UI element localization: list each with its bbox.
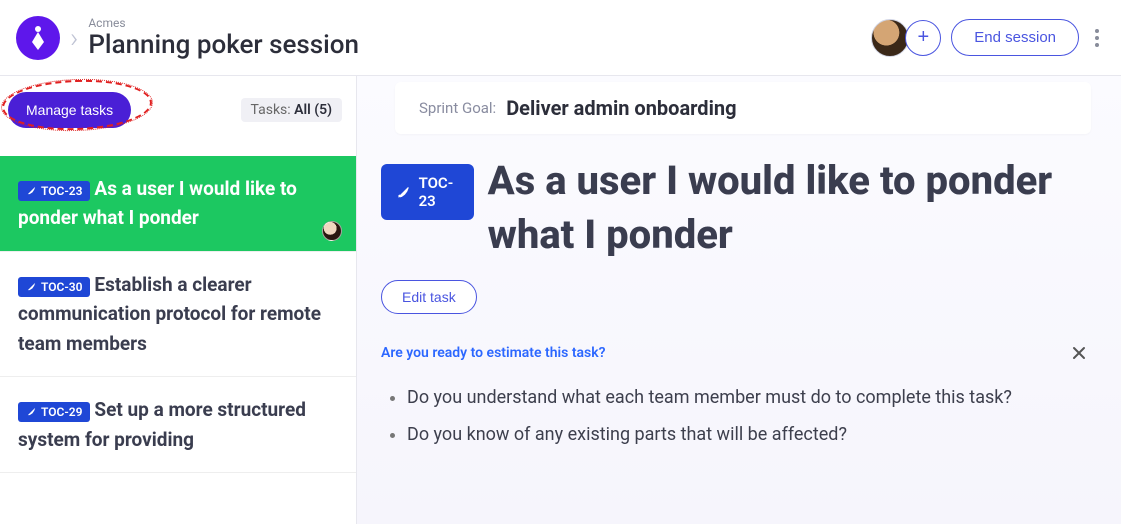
task-key: TOC-29: [41, 405, 82, 419]
logo-icon: [28, 24, 48, 52]
task-list: TOC-23 As a user I would like to ponder …: [0, 156, 356, 524]
rocket-icon: [26, 185, 37, 196]
sprint-goal-label: Sprint Goal:: [419, 99, 496, 117]
avatar[interactable]: [871, 19, 909, 57]
app-logo[interactable]: [16, 16, 60, 60]
sprint-goal-bar: Sprint Goal: Deliver admin onboarding: [395, 82, 1091, 134]
page-title: Planning poker session: [88, 30, 359, 60]
plus-icon: +: [917, 26, 929, 49]
main-content: Sprint Goal: Deliver admin onboarding TO…: [357, 76, 1121, 524]
org-name[interactable]: Acmes: [88, 16, 359, 30]
task-key: TOC-23: [41, 184, 82, 198]
close-icon: [1071, 345, 1087, 361]
rocket-icon: [26, 406, 37, 417]
breadcrumb: Acmes Planning poker session: [88, 16, 359, 60]
checklist-item: Do you know of any existing parts that w…: [407, 418, 1091, 451]
dismiss-prompt-button[interactable]: [1067, 341, 1091, 365]
rocket-icon: [397, 183, 411, 201]
tasks-filter-value: All (5): [294, 102, 332, 118]
task-key-badge: TOC-30: [18, 277, 90, 297]
task-item[interactable]: TOC-29 Set up a more structured system f…: [0, 377, 356, 473]
tasks-filter[interactable]: Tasks: All (5): [241, 98, 342, 122]
sidebar: Manage tasks Tasks: All (5) TOC-23 As a …: [0, 76, 357, 524]
task-detail-title: As a user I would like to ponder what I …: [488, 154, 1091, 262]
more-menu-button[interactable]: [1089, 23, 1105, 53]
task-key: TOC-23: [419, 174, 458, 210]
sprint-goal-value: Deliver admin onboarding: [506, 96, 736, 120]
manage-tasks-button[interactable]: Manage tasks: [8, 92, 131, 128]
task-item[interactable]: TOC-23 As a user I would like to ponder …: [0, 156, 356, 252]
estimate-checklist: Do you understand what each team member …: [381, 381, 1091, 452]
edit-task-button[interactable]: Edit task: [381, 280, 477, 314]
task-key-badge: TOC-29: [18, 402, 90, 422]
add-participant-button[interactable]: +: [905, 20, 941, 56]
checklist-item: Do you understand what each team member …: [407, 381, 1091, 414]
chevron-right-icon: ›: [70, 21, 78, 54]
tasks-filter-prefix: Tasks:: [251, 102, 295, 118]
end-session-button[interactable]: End session: [951, 19, 1079, 56]
task-key-badge-large[interactable]: TOC-23: [381, 164, 474, 220]
rocket-icon: [26, 281, 37, 292]
avatar: [322, 221, 342, 241]
task-item[interactable]: TOC-30 Establish a clearer communication…: [0, 252, 356, 377]
sidebar-controls: Manage tasks Tasks: All (5): [0, 76, 356, 156]
estimate-prompt: Are you ready to estimate this task?: [381, 345, 606, 361]
app-header: › Acmes Planning poker session + End ses…: [0, 0, 1121, 76]
task-key-badge: TOC-23: [18, 181, 90, 201]
estimate-prompt-row: Are you ready to estimate this task?: [381, 340, 1091, 371]
task-key: TOC-30: [41, 280, 82, 294]
task-detail: TOC-23 As a user I would like to ponder …: [381, 154, 1091, 452]
